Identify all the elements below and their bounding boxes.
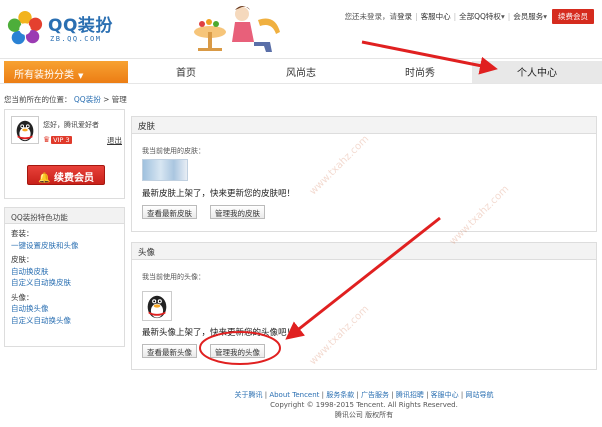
tab-home[interactable]: 首页 [176,64,196,79]
qq-zhuangban-logo[interactable]: QQ装扮 ZB.QQ.COM [6,8,124,52]
logout-link[interactable]: 退出 [107,135,122,146]
divider: | [415,12,418,21]
view-new-avatars-button[interactable]: 查看最新头像 [142,344,197,358]
avatar-panel-body: 我当前使用的头像： 最新头像上架了，快来更新您的头像吧！ 查看最新头像 管理我的… [132,260,596,370]
renew-vip-top-button[interactable]: 续费会员 [552,9,594,24]
footer-link-terms[interactable]: 服务条款 [326,391,354,399]
feature-link[interactable]: 自动换头像 [11,303,124,315]
skin-panel: 皮肤 我当前使用的皮肤： 最新皮肤上架了，快来更新您的皮肤吧！ 查看最新皮肤 管… [131,116,597,232]
feature-box-title: QQ装扮特色功能 [5,208,124,224]
qq-penguin-avatar [11,116,39,144]
tab-fashion-show[interactable]: 时尚秀 [405,64,435,79]
feature-list: 套装： 一键设置皮肤和头像 皮肤： 自动换皮肤 自定义自动换皮肤 头像： 自动换… [5,224,124,326]
current-skin-thumbnail [142,159,188,181]
new-avatar-message: 最新头像上架了，快来更新您的头像吧！ [142,328,296,338]
new-skin-message: 最新皮肤上架了，快来更新您的皮肤吧！ [142,189,296,199]
tab-personal-center[interactable]: 个人中心 [472,61,602,83]
main-nav: 所有装扮分类 ▼ 首页 风尚志 时尚秀 个人中心 [0,58,602,84]
logo-subtitle: ZB.QQ.COM [50,35,102,43]
top-bar: 您还未登录，请 登录 | 客服中心 | 全部QQ特权 ▾ | 会员服务 ▾ 续费… [345,9,594,24]
footer-link-sitemap[interactable]: 网站导航 [465,391,493,399]
all-categories-dropdown[interactable]: 所有装扮分类 ▼ [4,61,128,83]
feature-group-heading: 套装： [11,229,34,238]
service-center-link[interactable]: 客服中心 [421,11,451,22]
header: QQ装扮 ZB.QQ.COM 您还未登录，请 登录 | 客服中心 | 全部QQ特… [0,0,602,58]
feature-link[interactable]: 自动换皮肤 [11,266,124,278]
footer-links: 关于腾讯 | About Tencent | 服务条款 | 广告服务 | 腾讯招… [234,391,494,399]
manage-my-avatars-button[interactable]: 管理我的头像 [210,344,265,358]
footer-link-about[interactable]: 关于腾讯 [235,391,263,399]
avatar-panel: 头像 我当前使用的头像： 最新头像上架了，快来更新您的头像吧！ 查看最新头像 管… [131,242,597,370]
tab-fashion-magazine[interactable]: 风尚志 [286,64,316,79]
login-status-text: 您还未登录，请 [344,12,398,21]
footer: 关于腾讯 | About Tencent | 服务条款 | 广告服务 | 腾讯招… [131,390,597,420]
breadcrumb: 您当前所在的位置： QQ装扮 > 管理 [4,94,127,105]
skin-panel-title: 皮肤 [132,117,596,134]
current-skin-label: 我当前使用的皮肤： [142,147,205,155]
footer-link-jobs[interactable]: 腾讯招聘 [396,391,424,399]
footer-company: 腾讯公司 版权所有 [334,411,394,419]
breadcrumb-separator: > [103,95,110,104]
feature-group-heading: 皮肤： [11,255,34,264]
logo-title: QQ装扮 [48,16,113,36]
avatar-panel-title: 头像 [132,243,596,260]
all-vip-privileges-link[interactable]: 全部QQ特权 [459,11,501,22]
renew-membership-button[interactable]: 🔔 续费会员 [27,165,105,185]
footer-link-about-en[interactable]: About Tencent [269,391,319,399]
feature-link[interactable]: 一键设置皮肤和头像 [11,240,124,252]
footer-link-ads[interactable]: 广告服务 [361,391,389,399]
vip-level-badge: ♛ VIP 3 [43,135,72,144]
bell-icon: 🔔 [38,173,51,184]
user-greeting: 您好，腾讯爱好者 [43,121,99,129]
footer-copyright: Copyright © 1998-2015 Tencent. All Right… [270,401,458,409]
member-service-link[interactable]: 会员服务 [513,11,543,22]
chevron-down-icon: ▾ [543,12,547,21]
current-avatar-thumbnail [142,291,172,321]
view-new-skins-button[interactable]: 查看最新皮肤 [142,205,197,219]
feature-links-box: QQ装扮特色功能 套装： 一键设置皮肤和头像 皮肤： 自动换皮肤 自定义自动换皮… [4,207,125,347]
user-info-box: 您好，腾讯爱好者 ♛ VIP 3 退出 🔔 续费会员 [4,109,125,199]
footer-link-service[interactable]: 客服中心 [431,391,459,399]
category-label: 所有装扮分类 [14,70,74,81]
breadcrumb-prefix: 您当前所在的位置： [4,95,72,104]
breadcrumb-home-link[interactable]: QQ装扮 [74,95,101,104]
feature-group-heading: 头像： [11,292,34,302]
divider: | [453,12,457,21]
qq-flower-logo-icon [7,10,43,45]
crown-icon: ♛ [43,135,51,144]
skin-panel-body: 我当前使用的皮肤： 最新皮肤上架了，快来更新您的皮肤吧！ 查看最新皮肤 管理我的… [132,134,596,232]
feature-link[interactable]: 自定义自动换皮肤 [11,277,124,289]
divider: | [507,12,511,21]
manage-my-skins-button[interactable]: 管理我的皮肤 [210,205,265,219]
chevron-down-icon: ▾ [500,12,505,21]
banner-illustration [194,6,280,52]
feature-link[interactable]: 自定义自动换头像 [11,315,124,327]
renew-button-label: 续费会员 [53,173,94,184]
vip-level-text: VIP 3 [51,135,72,144]
current-avatar-label: 我当前使用的头像： [142,273,205,281]
login-link[interactable]: 登录 [397,11,412,22]
chevron-down-icon: ▼ [78,72,84,80]
breadcrumb-current: 管理 [111,95,127,104]
